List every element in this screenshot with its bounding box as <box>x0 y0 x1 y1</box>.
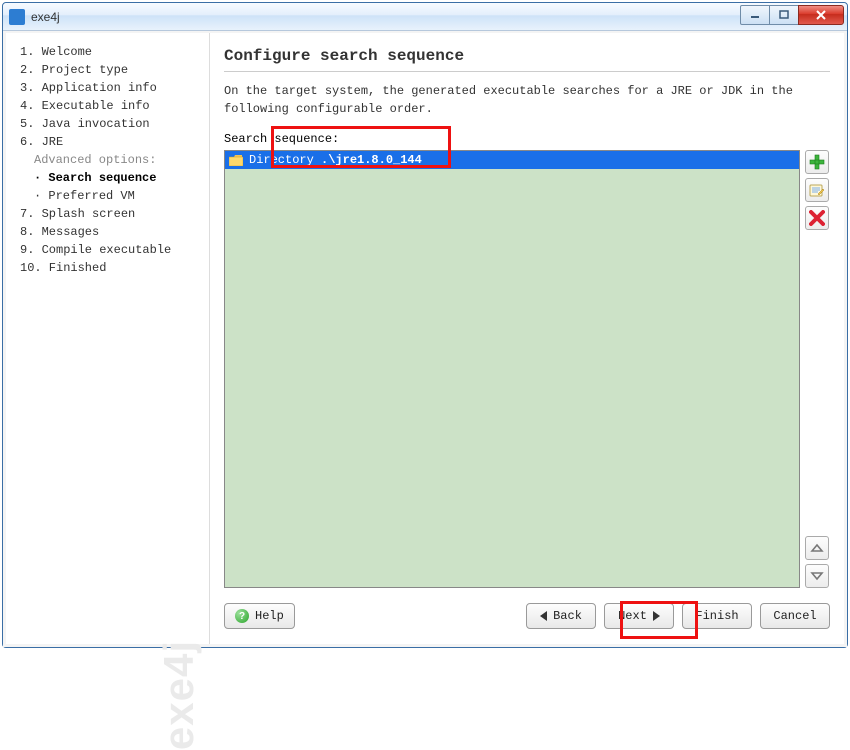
list-side-buttons <box>804 150 830 588</box>
nav-search-sequence-label: Search sequence <box>48 171 156 185</box>
sidebar: 1. Welcome 2. Project type 3. Applicatio… <box>6 33 210 644</box>
nav-advanced-label: Advanced options: <box>20 151 205 169</box>
window-title: exe4j <box>31 10 741 24</box>
help-button[interactable]: ? Help <box>224 603 295 629</box>
next-button[interactable]: Next <box>604 603 674 629</box>
nav-java-invocation[interactable]: 5. Java invocation <box>20 115 205 133</box>
nav-search-sequence[interactable]: · Search sequence <box>20 169 205 187</box>
main-panel: Configure search sequence On the target … <box>210 33 844 644</box>
nav-welcome[interactable]: 1. Welcome <box>20 43 205 61</box>
cancel-button[interactable]: Cancel <box>760 603 830 629</box>
triangle-right-icon <box>653 611 660 621</box>
maximize-button[interactable] <box>769 5 799 25</box>
finish-button[interactable]: Finish <box>682 603 752 629</box>
nav-splash-screen[interactable]: 7. Splash screen <box>20 205 205 223</box>
watermark: exe4j <box>155 640 203 750</box>
page-title: Configure search sequence <box>224 47 830 65</box>
nav-project-type[interactable]: 2. Project type <box>20 61 205 79</box>
nav-application-info[interactable]: 3. Application info <box>20 79 205 97</box>
minimize-button[interactable] <box>740 5 770 25</box>
nav-compile-executable[interactable]: 9. Compile executable <box>20 241 205 259</box>
add-button[interactable] <box>805 150 829 174</box>
nav-preferred-vm[interactable]: · Preferred VM <box>20 187 205 205</box>
nav-preferred-vm-label: Preferred VM <box>48 189 134 203</box>
nav-jre[interactable]: 6. JRE <box>20 133 205 151</box>
move-up-button[interactable] <box>805 536 829 560</box>
close-button[interactable] <box>798 5 844 25</box>
back-button[interactable]: Back <box>526 603 596 629</box>
help-icon: ? <box>235 609 249 623</box>
help-label: Help <box>255 609 284 623</box>
triangle-left-icon <box>540 611 547 621</box>
nav-messages[interactable]: 8. Messages <box>20 223 205 241</box>
entry-path: .\jre1.8.0_144 <box>321 153 422 167</box>
divider <box>224 71 830 72</box>
search-sequence-list[interactable]: Directory .\jre1.8.0_144 <box>224 150 800 588</box>
next-label: Next <box>618 609 647 623</box>
window-controls <box>741 5 844 25</box>
app-window: exe4j 1. Welcome 2. Project type 3. Appl… <box>2 2 848 648</box>
nav-finished[interactable]: 10. Finished <box>20 259 205 277</box>
search-sequence-item-text: Directory .\jre1.8.0_144 <box>249 153 422 167</box>
page-description: On the target system, the generated exec… <box>224 82 830 118</box>
edit-button[interactable] <box>805 178 829 202</box>
back-label: Back <box>553 609 582 623</box>
search-sequence-item[interactable]: Directory .\jre1.8.0_144 <box>225 151 799 169</box>
app-icon <box>9 9 25 25</box>
search-sequence-area: Directory .\jre1.8.0_144 <box>224 150 830 588</box>
titlebar[interactable]: exe4j <box>3 3 847 31</box>
wizard-footer: ? Help Back Next Finish Cancel <box>224 588 830 634</box>
nav-executable-info[interactable]: 4. Executable info <box>20 97 205 115</box>
finish-label: Finish <box>695 609 738 623</box>
remove-button[interactable] <box>805 206 829 230</box>
entry-prefix: Directory <box>249 153 321 167</box>
folder-icon <box>229 155 243 166</box>
body-area: 1. Welcome 2. Project type 3. Applicatio… <box>3 31 847 647</box>
move-down-button[interactable] <box>805 564 829 588</box>
cancel-label: Cancel <box>773 609 816 623</box>
search-sequence-label: Search sequence: <box>224 132 830 146</box>
